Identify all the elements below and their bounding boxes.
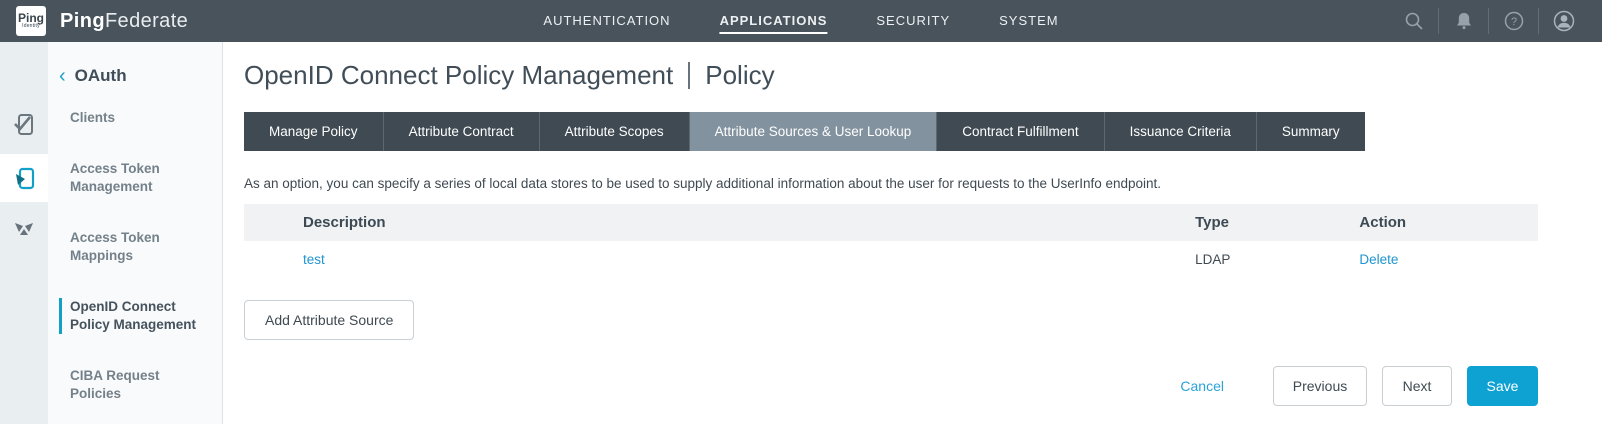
tab-summary[interactable]: Summary	[1256, 112, 1365, 151]
nav-security[interactable]: SECURITY	[876, 9, 950, 34]
top-bar: Ping Identity PingFederate AUTHENTICATIO…	[0, 0, 1602, 42]
main-content: OpenID Connect Policy Management Policy …	[224, 42, 1602, 424]
title-divider	[688, 62, 690, 89]
footer-actions: Cancel Previous Next Save	[244, 366, 1538, 406]
add-attribute-source-button[interactable]: Add Attribute Source	[244, 300, 414, 340]
page-title-suffix: Policy	[705, 60, 774, 91]
sidebar-item-clients[interactable]: Clients	[59, 109, 207, 127]
column-header-action: Action	[1359, 204, 1538, 241]
previous-button[interactable]: Previous	[1273, 366, 1367, 406]
ping-identity-logo[interactable]: Ping Identity	[16, 6, 46, 36]
attribute-source-link[interactable]: test	[303, 252, 325, 267]
wizard-tabs: Manage Policy Attribute Contract Attribu…	[244, 112, 1538, 151]
sidebar: ‹ OAuth Clients Access Token Management …	[0, 42, 223, 424]
brand-title: PingFederate	[60, 10, 188, 33]
page-title-text: OpenID Connect Policy Management	[244, 60, 673, 91]
attribute-sources-table: Description Type Action test LDAP Delete	[244, 204, 1538, 278]
icon-rail	[0, 42, 48, 424]
delete-action-link[interactable]: Delete	[1359, 252, 1398, 267]
search-icon[interactable]	[1389, 0, 1438, 42]
logo-subtext: Identity	[22, 24, 40, 29]
tab-attribute-contract[interactable]: Attribute Contract	[383, 112, 539, 151]
cancel-link[interactable]: Cancel	[1180, 378, 1224, 394]
sidebar-section-label: OAuth	[75, 66, 127, 86]
sidebar-nav: ‹ OAuth Clients Access Token Management …	[48, 42, 222, 403]
tab-contract-fulfillment[interactable]: Contract Fulfillment	[936, 112, 1103, 151]
save-button[interactable]: Save	[1467, 366, 1538, 406]
page-description: As an option, you can specify a series o…	[244, 176, 1538, 191]
help-icon[interactable]: ?	[1489, 0, 1538, 42]
clients-check-icon[interactable]	[0, 100, 48, 148]
table-row: test LDAP Delete	[244, 241, 1538, 278]
sidebar-item-access-token-mappings[interactable]: Access Token Mappings	[59, 229, 207, 265]
tab-issuance-criteria[interactable]: Issuance Criteria	[1104, 112, 1256, 151]
column-header-description: Description	[244, 204, 1195, 241]
column-header-type: Type	[1195, 204, 1359, 241]
brand-bold: Ping	[60, 10, 105, 32]
nav-applications[interactable]: APPLICATIONS	[720, 9, 828, 34]
tab-attribute-scopes[interactable]: Attribute Scopes	[539, 112, 689, 151]
table-header-row: Description Type Action	[244, 204, 1538, 241]
primary-nav: AUTHENTICATION APPLICATIONS SECURITY SYS…	[543, 0, 1058, 42]
svg-text:?: ?	[1510, 16, 1516, 28]
brand-light: Federate	[105, 10, 188, 32]
sidebar-back-oauth[interactable]: ‹ OAuth	[48, 66, 222, 86]
nav-system[interactable]: SYSTEM	[999, 9, 1058, 34]
nav-authentication[interactable]: AUTHENTICATION	[543, 9, 670, 34]
account-icon[interactable]	[1539, 0, 1588, 42]
attribute-source-type: LDAP	[1195, 241, 1359, 278]
access-token-mappings-icon[interactable]	[0, 206, 48, 254]
access-token-management-icon[interactable]	[0, 154, 48, 202]
tab-manage-policy[interactable]: Manage Policy	[244, 112, 383, 151]
notifications-bell-icon[interactable]	[1439, 0, 1488, 42]
topbar-icon-group: ?	[1389, 0, 1588, 42]
page-title: OpenID Connect Policy Management Policy	[244, 60, 1538, 91]
sidebar-item-openid-connect-policy-management[interactable]: OpenID Connect Policy Management	[59, 298, 207, 334]
sidebar-item-access-token-management[interactable]: Access Token Management	[59, 160, 207, 196]
tab-attribute-sources-user-lookup[interactable]: Attribute Sources & User Lookup	[689, 112, 937, 151]
pingfederate-app: Ping Identity PingFederate AUTHENTICATIO…	[0, 0, 1602, 424]
chevron-left-icon: ‹	[59, 68, 66, 84]
sidebar-item-ciba-request-policies[interactable]: CIBA Request Policies	[59, 367, 207, 403]
next-button[interactable]: Next	[1382, 366, 1452, 406]
